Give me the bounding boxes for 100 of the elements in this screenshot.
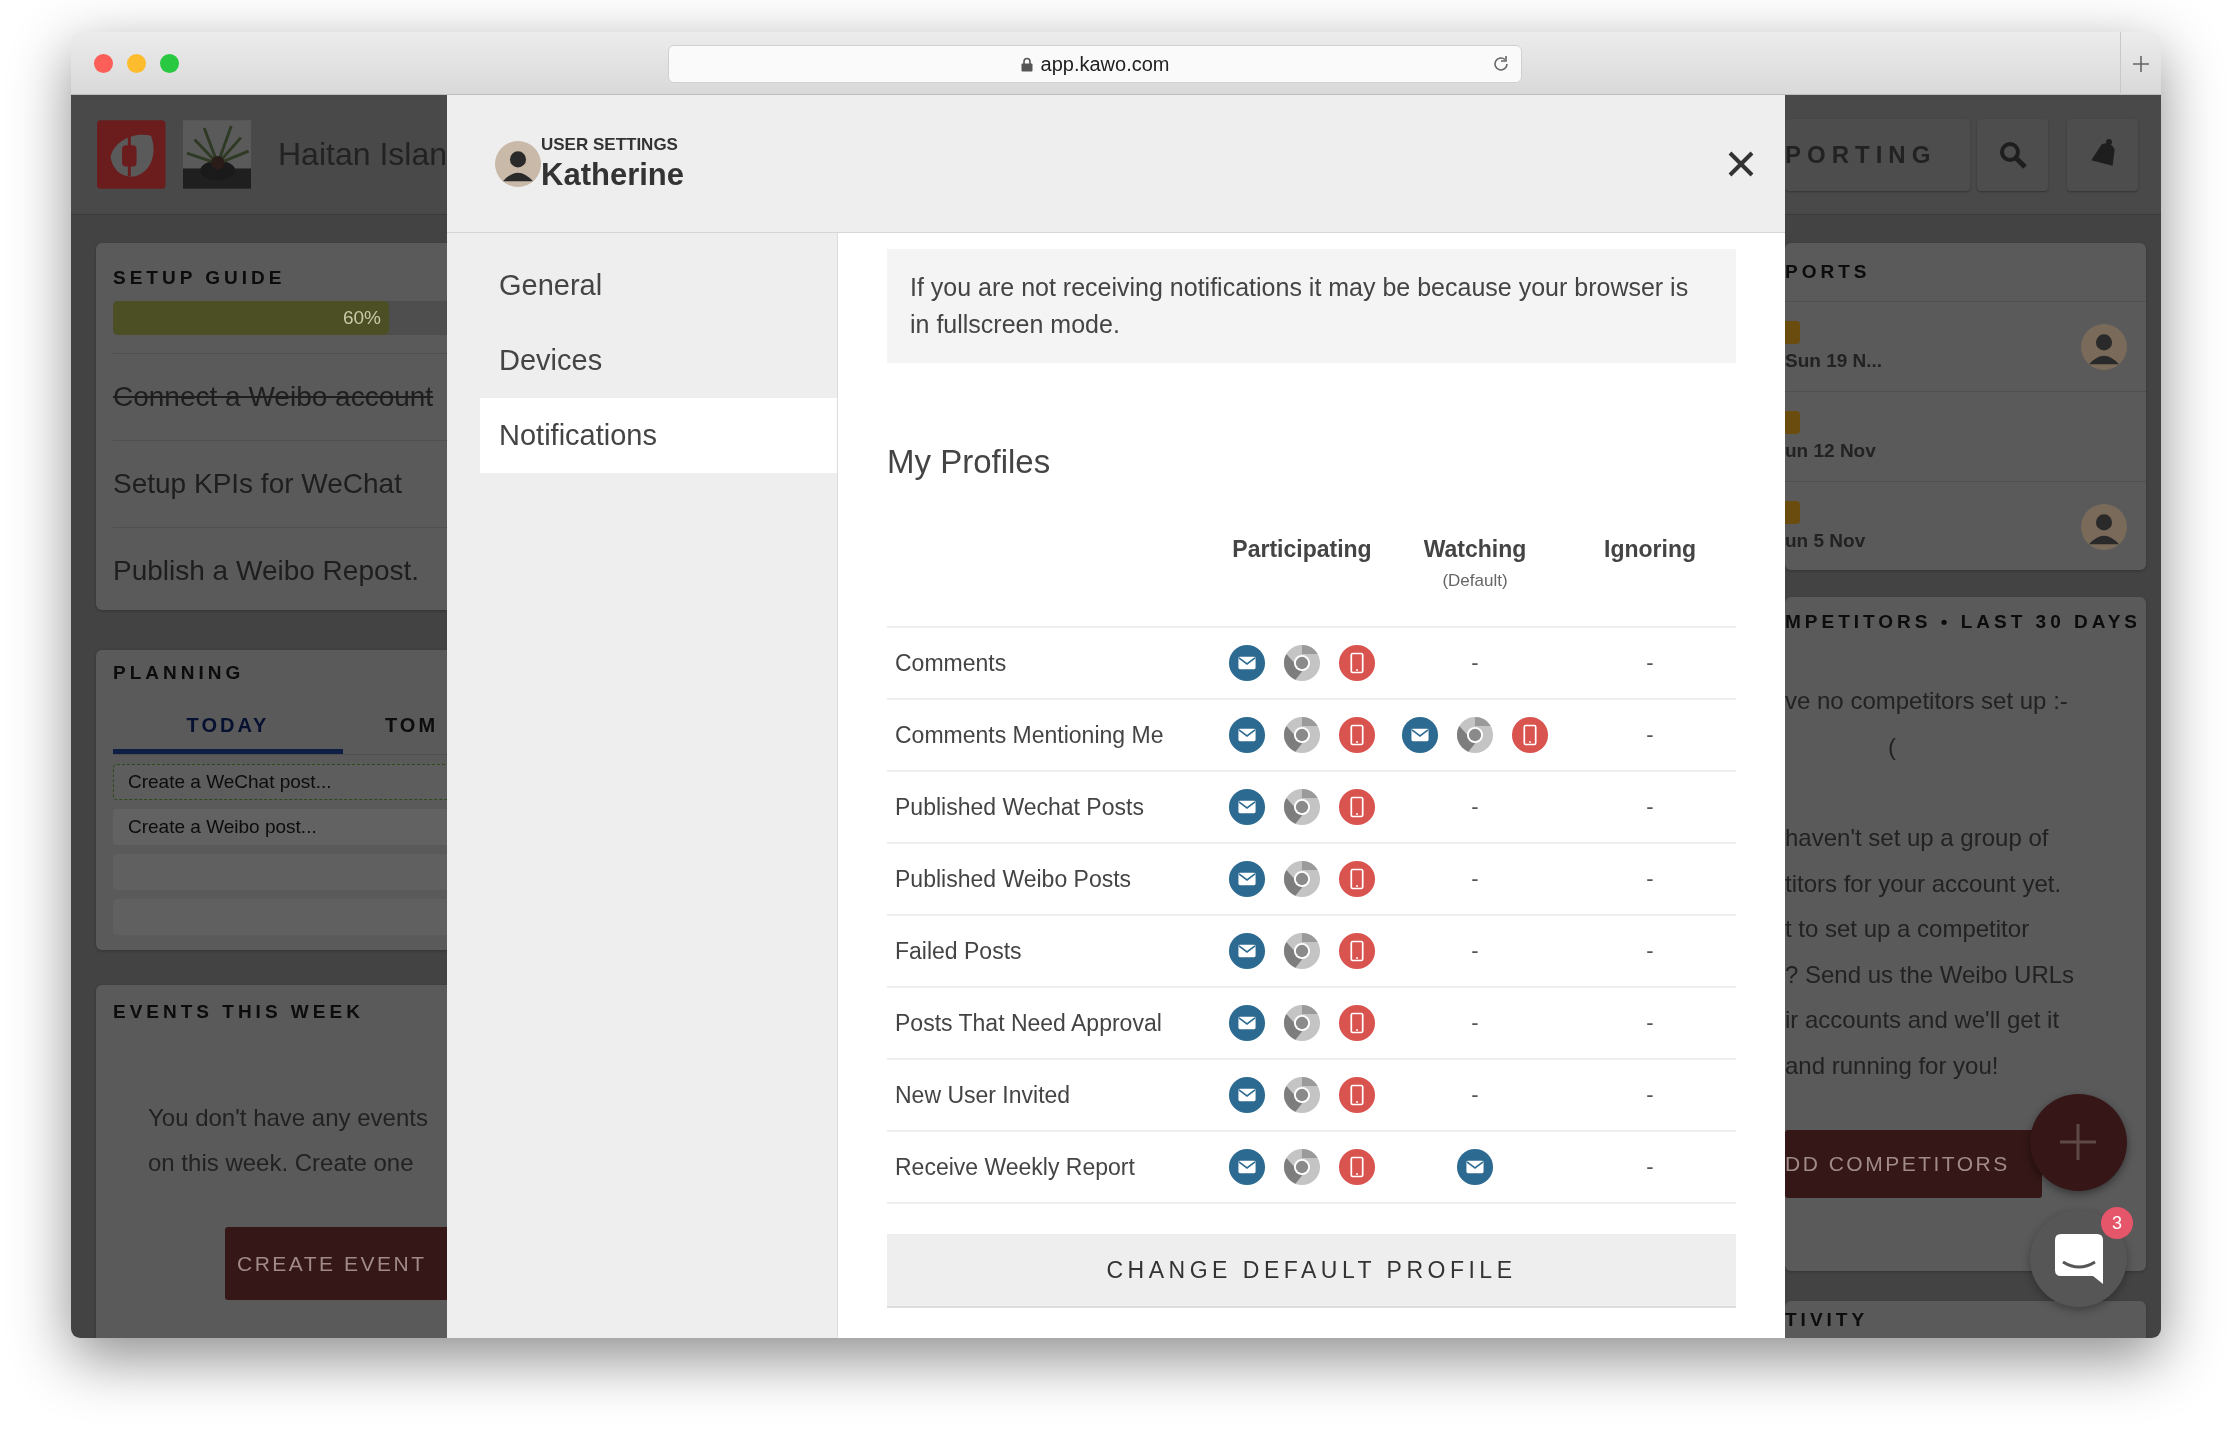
address-bar[interactable]: app.kawo.com <box>668 45 1522 83</box>
notice-text: If you are not receiving notifications it may be because your browser is in fullscreen mode. <box>887 249 1736 363</box>
phone-icon[interactable] <box>1338 788 1376 826</box>
browser-icon[interactable] <box>1283 860 1321 898</box>
status-tag <box>1785 411 1800 434</box>
user-name: Katherine <box>541 156 684 193</box>
row-label: Receive Weekly Report <box>894 1153 1136 1181</box>
empty-mark: - <box>1470 1010 1480 1036</box>
email-icon[interactable] <box>1456 1148 1494 1186</box>
info-text: ( <box>1887 731 1897 762</box>
empty-mark: - <box>1645 722 1655 748</box>
empty-mark: - <box>1470 794 1480 820</box>
row-label: Published Wechat Posts <box>894 793 1145 821</box>
browser-icon[interactable] <box>1283 1076 1321 1114</box>
empty-message: on this week. Create one <box>147 1148 415 1178</box>
email-icon[interactable] <box>1228 788 1266 826</box>
section-title: My Profiles <box>887 443 1052 481</box>
email-icon[interactable] <box>1401 716 1439 754</box>
info-text: ir accounts and we'll get it <box>1785 1005 2061 1035</box>
column-note: (Default) <box>1441 571 1509 591</box>
report-date[interactable]: un 12 Nov <box>1785 440 1876 462</box>
report-date[interactable]: Sun 19 N... <box>1785 350 1883 372</box>
day-tab[interactable]: TODAY <box>113 704 343 754</box>
empty-mark: - <box>1470 650 1480 676</box>
progress-label: 60% <box>342 307 382 329</box>
row-label: Published Weibo Posts <box>894 865 1133 893</box>
reload-icon[interactable] <box>1491 54 1511 74</box>
section-title: SETUP GUIDE <box>113 267 287 289</box>
create-event-button[interactable]: CREATE EVENT <box>225 1227 447 1300</box>
email-icon[interactable] <box>1228 932 1266 970</box>
empty-mark: - <box>1645 938 1655 964</box>
browser-icon[interactable] <box>1283 788 1321 826</box>
phone-icon[interactable] <box>1338 1004 1376 1042</box>
email-icon[interactable] <box>1228 1076 1266 1114</box>
avatar <box>495 140 541 187</box>
row-label: Failed Posts <box>894 937 1023 965</box>
search-icon[interactable] <box>1997 139 2028 170</box>
chat-icon <box>2054 1233 2103 1284</box>
new-tab-icon[interactable] <box>2132 54 2150 73</box>
row-label: New User Invited <box>894 1081 1072 1109</box>
browser-icon[interactable] <box>1283 1004 1321 1042</box>
empty-mark: - <box>1645 1082 1655 1108</box>
status-tag <box>1785 321 1800 344</box>
email-icon[interactable] <box>1228 860 1266 898</box>
email-icon[interactable] <box>1228 644 1266 682</box>
info-text: ve no competitors set up :- <box>1785 686 2069 716</box>
column-header: Participating <box>1231 536 1373 563</box>
section-title: MPETITORS • LAST 30 DAYS <box>1785 611 2143 633</box>
empty-mark: - <box>1645 866 1655 892</box>
day-tab[interactable]: TOM <box>343 704 439 754</box>
browser-icon[interactable] <box>1456 716 1494 754</box>
settings-tab[interactable]: Devices <box>447 323 837 398</box>
section-title: PORTS <box>1785 261 1872 283</box>
empty-mark: - <box>1645 794 1655 820</box>
phone-icon[interactable] <box>1338 932 1376 970</box>
close-icon[interactable] <box>1727 149 1755 178</box>
phone-icon[interactable] <box>1338 1148 1376 1186</box>
settings-tab[interactable]: Notifications <box>480 398 837 473</box>
add-competitors-button[interactable]: DD COMPETITORS <box>1785 1130 2042 1198</box>
info-text: t to set up a competitor <box>1785 914 2031 944</box>
phone-icon[interactable] <box>1338 860 1376 898</box>
email-icon[interactable] <box>1228 1004 1266 1042</box>
status-tag <box>1785 501 1800 524</box>
section-title: TIVITY <box>1785 1309 1870 1331</box>
info-text: ? Send us the Weibo URLs <box>1785 959 2076 990</box>
dialog-subtitle: USER SETTINGS <box>541 134 679 155</box>
empty-mark: - <box>1645 650 1655 676</box>
browser-icon[interactable] <box>1283 644 1321 682</box>
phone-icon[interactable] <box>1338 644 1376 682</box>
email-icon[interactable] <box>1228 716 1266 754</box>
close-window-button[interactable] <box>94 53 113 73</box>
browser-icon[interactable] <box>1283 1148 1321 1186</box>
phone-icon[interactable] <box>1511 716 1549 754</box>
email-icon[interactable] <box>1228 1148 1266 1186</box>
section-title: PLANNING <box>113 662 246 684</box>
empty-mark: - <box>1470 866 1480 892</box>
browser-icon[interactable] <box>1283 716 1321 754</box>
phone-icon[interactable] <box>1338 716 1376 754</box>
empty-mark: - <box>1645 1010 1655 1036</box>
empty-mark: - <box>1470 938 1480 964</box>
settings-tab[interactable]: General <box>447 248 837 323</box>
row-label: Posts That Need Approval <box>894 1009 1163 1037</box>
browser-icon[interactable] <box>1283 932 1321 970</box>
post-field[interactable]: Create a WeChat post... <box>113 764 447 800</box>
row-label: Comments Mentioning Me <box>894 721 1165 749</box>
empty-message: You don't have any events <box>147 1103 429 1133</box>
phone-icon[interactable] <box>1338 1076 1376 1114</box>
empty-mark: - <box>1645 1154 1655 1180</box>
post-field[interactable]: Create a Weibo post... <box>113 809 447 845</box>
change-default-profile-button[interactable]: CHANGE DEFAULT PROFILE <box>887 1234 1736 1308</box>
info-text: titors for your account yet. <box>1785 868 2063 899</box>
info-text: haven't set up a group of <box>1785 823 2050 853</box>
column-header: Ignoring <box>1603 536 1697 563</box>
empty-mark: - <box>1470 1082 1480 1108</box>
info-text: and running for you! <box>1785 1050 2000 1081</box>
section-title: EVENTS THIS WEEK <box>113 1001 365 1023</box>
row-label: Comments <box>894 649 1008 677</box>
report-date[interactable]: un 5 Nov <box>1785 530 1866 552</box>
lock-icon <box>1020 56 1033 72</box>
column-header: Watching <box>1422 536 1528 563</box>
